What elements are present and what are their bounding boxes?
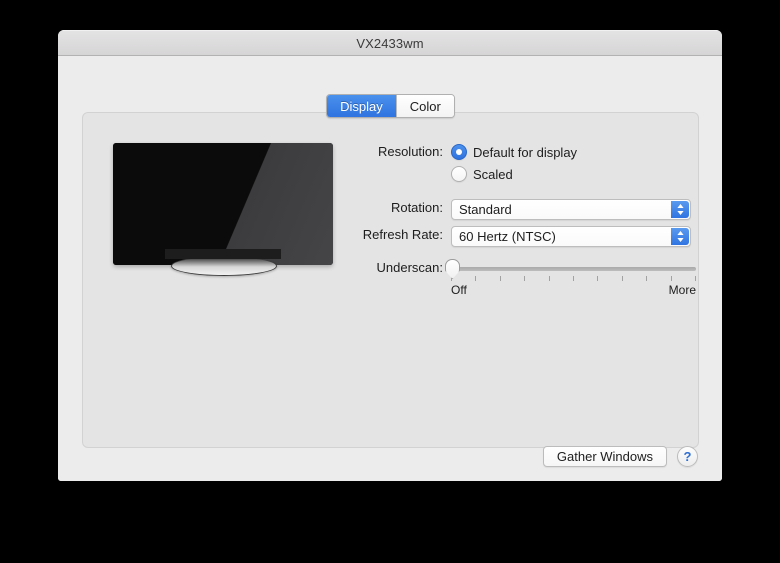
refresh-rate-field: 60 Hertz (NTSC) bbox=[451, 226, 691, 247]
underscan-slider-tick bbox=[695, 276, 696, 281]
monitor-stand-icon bbox=[171, 256, 277, 276]
display-controls: Resolution: Default for display Scaled R… bbox=[351, 143, 696, 297]
refresh-rate-value: 60 Hertz (NTSC) bbox=[459, 229, 556, 244]
refresh-rate-row: Refresh Rate: 60 Hertz (NTSC) bbox=[351, 226, 691, 247]
radio-scaled[interactable]: Scaled bbox=[451, 165, 681, 183]
display-preferences-window: VX2433wm Display Color Resolution: Defau… bbox=[58, 30, 722, 481]
rotation-row: Rotation: Standard bbox=[351, 199, 691, 220]
underscan-slider-tick bbox=[597, 276, 599, 281]
tab-color[interactable]: Color bbox=[395, 95, 454, 117]
window-title: VX2433wm bbox=[356, 35, 424, 51]
tab-display[interactable]: Display bbox=[327, 95, 396, 117]
rotation-field: Standard bbox=[451, 199, 691, 220]
refresh-rate-popup-button[interactable]: 60 Hertz (NTSC) bbox=[451, 226, 691, 247]
underscan-slider-endlabels: Off More bbox=[451, 283, 696, 297]
underscan-label: Underscan: bbox=[376, 260, 443, 275]
radio-scaled-indicator[interactable] bbox=[451, 166, 467, 182]
display-preview-image bbox=[109, 143, 344, 293]
underscan-slider-tick bbox=[524, 276, 526, 281]
underscan-slider-tick bbox=[646, 276, 648, 281]
rotation-label: Rotation: bbox=[390, 200, 443, 215]
monitor-stand-mask bbox=[165, 249, 281, 259]
segmented-control: Display Color bbox=[326, 94, 455, 118]
resolution-row: Resolution: Default for display Scaled bbox=[351, 143, 681, 187]
footer-buttons: Gather Windows ? bbox=[542, 446, 698, 467]
underscan-slider-tick bbox=[670, 276, 672, 281]
radio-default-for-display-label: Default for display bbox=[473, 144, 578, 160]
rotation-popup-button[interactable]: Standard bbox=[451, 199, 691, 220]
tab-bar: Display Color bbox=[83, 94, 698, 118]
chevron-up-down-icon[interactable] bbox=[671, 228, 689, 245]
rotation-value: Standard bbox=[459, 202, 512, 217]
underscan-slider-track[interactable] bbox=[451, 267, 696, 271]
radio-scaled-label: Scaled bbox=[473, 166, 513, 182]
underscan-field: Off More bbox=[445, 259, 696, 297]
underscan-slider[interactable]: Off More bbox=[445, 259, 696, 297]
underscan-slider-tick bbox=[499, 276, 501, 281]
chevron-up-down-icon[interactable] bbox=[671, 201, 689, 218]
window-titlebar: VX2433wm bbox=[58, 30, 722, 56]
tab-content-panel: Display Color Resolution: Default for di… bbox=[82, 94, 699, 448]
underscan-min-label: Off bbox=[451, 283, 467, 297]
underscan-slider-tick bbox=[621, 276, 623, 281]
underscan-max-label: More bbox=[668, 283, 696, 297]
radio-default-for-display-indicator[interactable] bbox=[451, 144, 467, 160]
underscan-slider-tick bbox=[573, 276, 574, 281]
underscan-row: Underscan: Off More bbox=[351, 259, 696, 297]
monitor-gloss-highlight bbox=[113, 143, 333, 265]
window-body: Display Color Resolution: Default for di… bbox=[58, 56, 722, 481]
monitor-screen-icon bbox=[113, 143, 333, 265]
help-button[interactable]: ? bbox=[677, 446, 698, 467]
underscan-slider-ticks bbox=[451, 275, 696, 282]
resolution-label: Resolution: bbox=[377, 144, 443, 159]
underscan-slider-tick bbox=[548, 276, 550, 281]
gather-windows-button[interactable]: Gather Windows bbox=[542, 446, 667, 467]
radio-default-for-display[interactable]: Default for display bbox=[451, 143, 681, 161]
resolution-options: Default for display Scaled bbox=[451, 143, 681, 187]
refresh-rate-label: Refresh Rate: bbox=[362, 227, 443, 242]
underscan-slider-tick bbox=[475, 276, 477, 281]
